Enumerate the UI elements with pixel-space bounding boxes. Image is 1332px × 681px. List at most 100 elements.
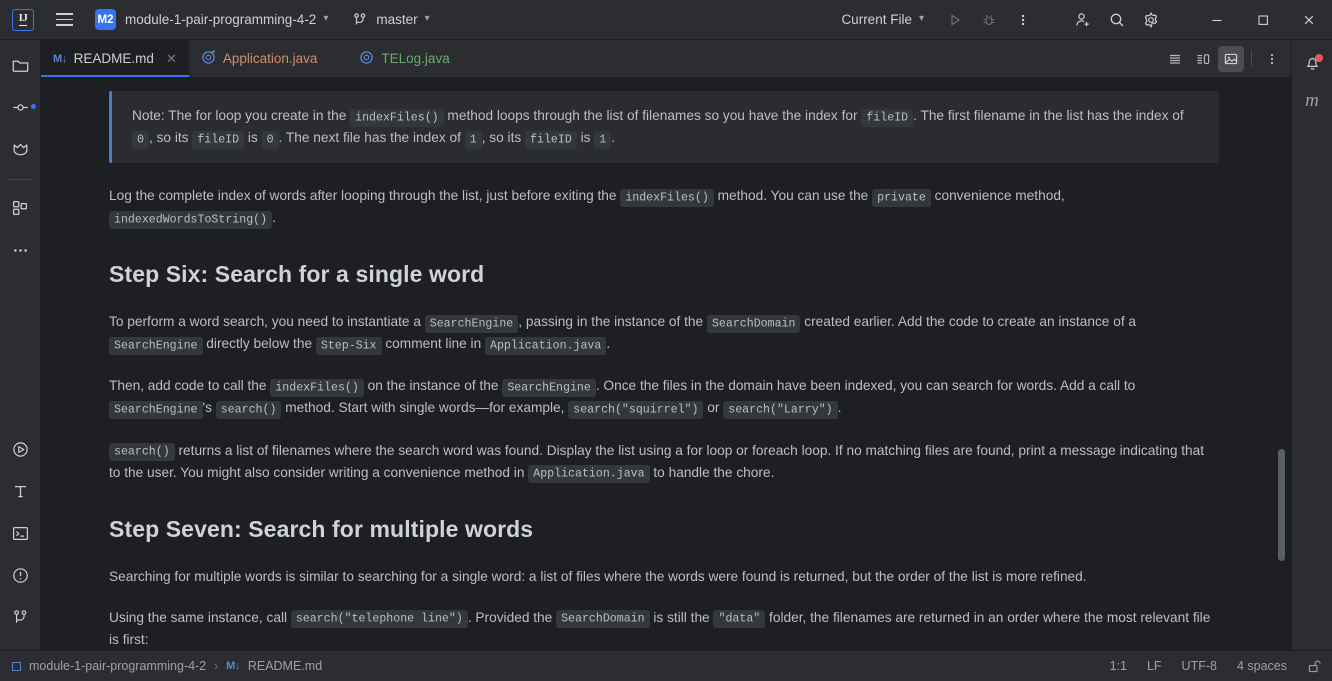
show-preview-only-button[interactable] — [1218, 46, 1244, 72]
close-icon[interactable]: ✕ — [166, 51, 177, 67]
file-encoding[interactable]: UTF-8 — [1182, 659, 1217, 673]
run-icon[interactable] — [938, 3, 972, 37]
inline-code: indexFiles() — [620, 189, 714, 207]
inline-code: SearchDomain — [707, 315, 801, 333]
vcs-branch-icon — [352, 12, 368, 28]
sidebar-item-more-tools[interactable] — [3, 233, 37, 267]
notification-badge-dot — [1315, 54, 1323, 62]
breadcrumb-file[interactable]: README.md — [248, 659, 322, 673]
inline-code: SearchEngine — [109, 401, 203, 419]
add-user-icon[interactable] — [1066, 3, 1100, 37]
unlocked-icon[interactable] — [1307, 659, 1322, 674]
inline-code: "data" — [713, 610, 765, 628]
paragraph-search-returns: search() returns a list of filenames whe… — [109, 440, 1219, 484]
left-tool-rail — [0, 40, 41, 650]
inline-code: SearchEngine — [109, 337, 203, 355]
indent-setting[interactable]: 4 spaces — [1237, 659, 1287, 673]
inline-code: fileID — [192, 131, 244, 149]
breadcrumb: module-1-pair-programming-4-2 › M↓ READM… — [12, 659, 322, 673]
main-body: M↓ README.md ✕ Application.java — [0, 40, 1332, 650]
note-callout: Note: The for loop you create in the ind… — [109, 91, 1219, 163]
show-editor-only-button[interactable] — [1162, 46, 1188, 72]
status-bar: module-1-pair-programming-4-2 › M↓ READM… — [0, 650, 1332, 681]
sidebar-item-problems[interactable] — [3, 558, 37, 592]
sidebar-item-structure[interactable] — [3, 474, 37, 508]
status-bar-right: 1:1 LF UTF-8 4 spaces — [1110, 659, 1322, 674]
tab-readme-md[interactable]: M↓ README.md ✕ — [41, 40, 189, 77]
inline-code: SearchDomain — [556, 610, 650, 628]
inline-code: SearchEngine — [425, 315, 519, 333]
paragraph-call-indexfiles: Then, add code to call the indexFiles() … — [109, 375, 1219, 419]
java-class-runnable-icon — [201, 50, 216, 68]
inline-code: Step-Six — [316, 337, 382, 355]
breadcrumb-project[interactable]: module-1-pair-programming-4-2 — [29, 659, 206, 673]
debug-icon[interactable] — [972, 3, 1006, 37]
sidebar-item-commit[interactable] — [3, 90, 37, 124]
inline-code: fileID — [861, 109, 913, 127]
line-separator[interactable]: LF — [1147, 659, 1162, 673]
sidebar-item-version-control[interactable] — [3, 600, 37, 634]
sidebar-item-project[interactable] — [3, 48, 37, 82]
inline-code: Application.java — [485, 337, 606, 355]
tab-application-java[interactable]: Application.java — [189, 40, 330, 77]
editor-tab-bar: M↓ README.md ✕ Application.java — [41, 40, 1291, 77]
tab-label: README.md — [74, 51, 154, 66]
inline-code: search("Larry") — [723, 401, 837, 419]
intellij-idea-window: IJ M2 module-1-pair-programming-4-2 ▾ ma… — [0, 0, 1332, 681]
inline-code: 1 — [465, 131, 482, 149]
markdown-icon: M↓ — [226, 660, 240, 672]
project-module-icon — [12, 662, 21, 671]
title-bar-left: IJ M2 module-1-pair-programming-4-2 ▾ ma… — [0, 3, 430, 37]
branch-name: master — [376, 12, 417, 27]
run-configuration-selector[interactable]: Current File ▾ — [841, 12, 924, 27]
inline-code: fileID — [525, 131, 577, 149]
chevron-down-icon: ▾ — [919, 13, 924, 24]
minimize-icon[interactable] — [1194, 0, 1240, 40]
caret-position[interactable]: 1:1 — [1110, 659, 1127, 673]
left-tool-rail-bottom — [3, 432, 37, 650]
heading-step-seven: Step Seven: Search for multiple words — [109, 512, 1219, 548]
sidebar-item-run[interactable] — [3, 432, 37, 466]
close-icon[interactable] — [1286, 0, 1332, 40]
paragraph-instantiate-searchengine: To perform a word search, you need to in… — [109, 311, 1219, 355]
editor-options-button[interactable] — [1259, 46, 1285, 72]
markdown-preview-content[interactable]: Note: The for loop you create in the ind… — [41, 77, 1291, 650]
tab-label: TELog.java — [381, 51, 449, 66]
more-vertical-icon[interactable] — [1006, 3, 1040, 37]
tab-label: Application.java — [223, 51, 318, 66]
inline-code: search("telephone line") — [291, 610, 468, 628]
chevron-down-icon: ▾ — [425, 13, 430, 24]
preview-scrollbar-track[interactable] — [1280, 77, 1288, 650]
inline-code: indexedWordsToString() — [109, 211, 272, 229]
inline-code: search("squirrel") — [568, 401, 703, 419]
title-bar-right: Current File ▾ — [841, 0, 1332, 39]
run-configuration-label: Current File — [841, 12, 912, 27]
tab-telog-java[interactable]: TELog.java — [329, 40, 461, 77]
inline-code: SearchEngine — [502, 379, 596, 397]
heading-step-six: Step Six: Search for a single word — [109, 257, 1219, 293]
sidebar-item-terminal[interactable] — [3, 516, 37, 550]
note-text: Note: The for loop you create in the ind… — [132, 105, 1201, 149]
hamburger-menu-icon[interactable] — [47, 3, 81, 37]
inline-code: search() — [216, 401, 282, 419]
gear-icon[interactable] — [1134, 3, 1168, 37]
inline-code: indexFiles() — [270, 379, 364, 397]
rail-divider — [9, 179, 31, 180]
inline-code: 0 — [262, 131, 279, 149]
paragraph-log-index: Log the complete index of words after lo… — [109, 185, 1219, 229]
maximize-icon[interactable] — [1240, 0, 1286, 40]
intellij-logo-icon[interactable]: IJ — [12, 9, 34, 31]
notifications-button[interactable] — [1295, 48, 1329, 82]
toolbar-divider — [1251, 50, 1252, 67]
project-name: module-1-pair-programming-4-2 — [125, 12, 316, 27]
m-logo-icon[interactable]: m — [1305, 90, 1319, 112]
show-editor-and-preview-button[interactable] — [1190, 46, 1216, 72]
title-bar: IJ M2 module-1-pair-programming-4-2 ▾ ma… — [0, 0, 1332, 40]
sidebar-item-plugins[interactable] — [3, 191, 37, 225]
markdown-document: Note: The for loop you create in the ind… — [109, 91, 1219, 650]
sidebar-item-pull-requests[interactable] — [3, 132, 37, 166]
search-icon[interactable] — [1100, 3, 1134, 37]
branch-selector[interactable]: master ▾ — [352, 12, 429, 28]
project-selector[interactable]: module-1-pair-programming-4-2 ▾ — [125, 12, 328, 27]
preview-scrollbar-thumb[interactable] — [1278, 449, 1285, 561]
